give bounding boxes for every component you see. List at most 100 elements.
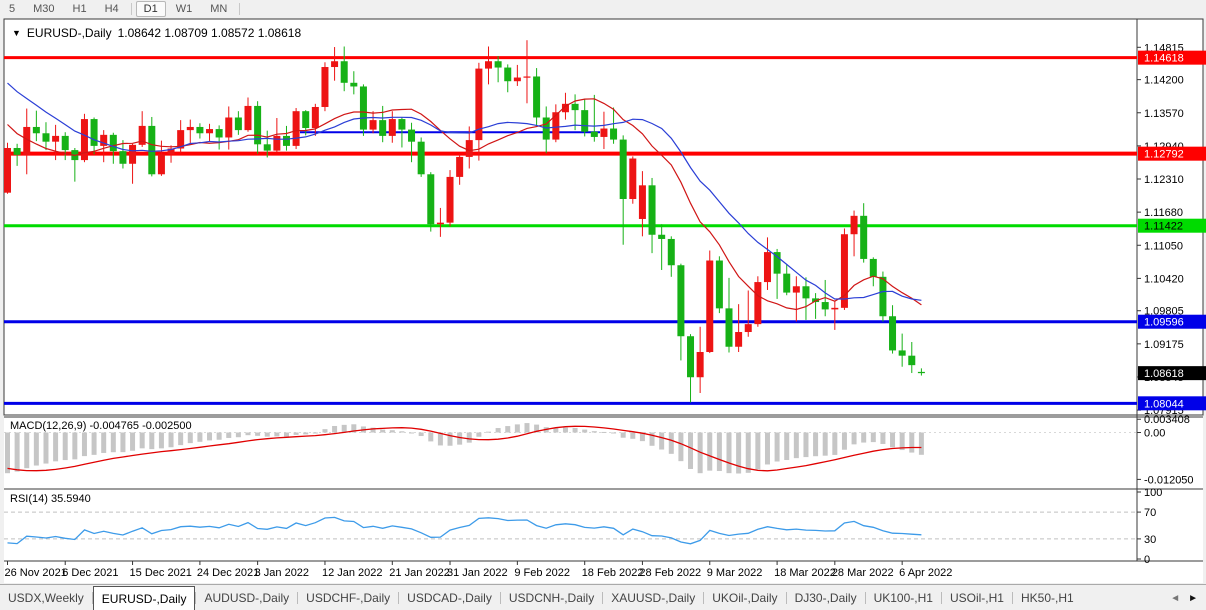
candle — [42, 133, 49, 141]
candle — [610, 129, 617, 140]
candle — [581, 110, 588, 132]
candle — [466, 140, 473, 157]
chart-tab-usoilh1[interactable]: USOil-,H1 — [942, 585, 1012, 610]
chart-tab-xauusddaily[interactable]: XAUUSD-,Daily — [603, 585, 703, 610]
chart-tab-usdcaddaily[interactable]: USDCAD-,Daily — [399, 585, 500, 610]
timeframe-button-H4[interactable]: H4 — [97, 1, 127, 17]
macd-label: MACD(12,26,9) -0.004765 -0.002500 — [10, 420, 192, 432]
candle — [552, 112, 559, 139]
candle — [860, 216, 867, 259]
candle — [504, 68, 511, 82]
candle — [216, 129, 223, 137]
rsi-value: 35.5940 — [51, 493, 91, 505]
candle — [427, 174, 434, 224]
candle — [389, 119, 396, 136]
candle — [668, 239, 675, 265]
candle — [735, 332, 742, 347]
candle — [533, 76, 540, 117]
chart-tab-dj30daily[interactable]: DJ30-,Daily — [787, 585, 865, 610]
chart-tab-usdcnhdaily[interactable]: USDCNH-,Daily — [501, 585, 602, 610]
date-axis-label: 9 Mar 2022 — [707, 567, 763, 579]
date-axis-label: 6 Apr 2022 — [899, 567, 952, 579]
candle — [879, 277, 886, 316]
date-axis-label: 28 Feb 2022 — [639, 567, 701, 579]
candle — [764, 252, 771, 282]
macd-axis-tick: -0.012050 — [1144, 474, 1194, 486]
candle — [331, 61, 338, 67]
candle — [447, 177, 454, 223]
chart-tab-audusddaily[interactable]: AUDUSD-,Daily — [196, 585, 297, 610]
timeframe-button-W1[interactable]: W1 — [168, 1, 201, 17]
candle — [321, 67, 328, 107]
candle — [283, 136, 290, 146]
candle — [273, 136, 280, 151]
candle — [379, 120, 386, 136]
candle — [687, 336, 694, 377]
timeframe-button-H1[interactable]: H1 — [65, 1, 95, 17]
timeframe-button-MN[interactable]: MN — [202, 1, 235, 17]
candle — [148, 126, 155, 174]
candle — [485, 61, 492, 68]
candle — [129, 145, 136, 164]
toolbar-separator — [239, 3, 240, 15]
candle — [370, 120, 377, 129]
chart-tab-usdchfdaily[interactable]: USDCHF-,Daily — [298, 585, 398, 610]
candle — [600, 129, 607, 137]
date-axis-label: 12 Jan 2022 — [322, 567, 383, 579]
candle — [870, 259, 877, 277]
candle — [572, 104, 579, 110]
candle — [456, 157, 463, 177]
candle — [726, 308, 733, 346]
date-axis-label: 15 Dec 2021 — [130, 567, 192, 579]
chevron-down-icon[interactable]: ▼ — [12, 29, 21, 38]
candle — [408, 130, 415, 142]
tab-scroll-left-icon[interactable]: ◄ — [1170, 593, 1180, 604]
candle — [514, 78, 521, 82]
candle — [196, 127, 203, 133]
timeframe-button-5[interactable]: 5 — [1, 1, 23, 17]
chart-tab-uk100h1[interactable]: UK100-,H1 — [866, 585, 941, 610]
rsi-name: RSI(14) — [10, 493, 48, 505]
candle — [745, 324, 752, 332]
date-axis-label: 6 Dec 2021 — [62, 567, 118, 579]
candle — [119, 151, 126, 164]
chart-tab-ukoildaily[interactable]: UKOil-,Daily — [704, 585, 785, 610]
candle — [783, 274, 790, 293]
candle — [62, 136, 69, 150]
tab-scroll-right-icon[interactable]: ► — [1188, 593, 1198, 604]
date-axis-label: 3 Jan 2022 — [255, 567, 309, 579]
macd-axis-tick: 0.003408 — [1144, 414, 1190, 426]
candle — [225, 117, 232, 137]
candle — [677, 265, 684, 336]
price-axis[interactable] — [1137, 19, 1203, 415]
candle — [639, 185, 646, 219]
macd-values: -0.004765 -0.002500 — [89, 420, 191, 432]
candle — [437, 223, 444, 225]
timeframe-button-D1[interactable]: D1 — [136, 1, 166, 17]
date-axis-label: 21 Jan 2022 — [389, 567, 450, 579]
rsi-axis-tick: 30 — [1144, 534, 1156, 546]
candle — [620, 140, 627, 199]
chart-tab-eurusddaily[interactable]: EURUSD-,Daily — [93, 586, 196, 610]
candle — [158, 154, 165, 174]
candle — [360, 86, 367, 129]
candle — [889, 316, 896, 350]
candle — [629, 159, 636, 199]
candle — [706, 261, 713, 352]
candle — [793, 286, 800, 292]
candle — [14, 148, 21, 155]
rsi-axis-tick: 70 — [1144, 507, 1156, 519]
chart-title: ▼ EURUSD-,Daily 1.08642 1.08709 1.08572 … — [12, 26, 301, 40]
date-axis-label: 24 Dec 2021 — [197, 567, 259, 579]
candle — [398, 119, 405, 130]
candle — [341, 61, 348, 83]
candle — [822, 302, 829, 309]
candle — [802, 286, 809, 298]
chart-tab-hk50h1[interactable]: HK50-,H1 — [1013, 585, 1082, 610]
candle — [33, 127, 40, 133]
timeframe-button-M30[interactable]: M30 — [25, 1, 62, 17]
rsi-axis-tick: 0 — [1144, 554, 1150, 566]
date-axis-label: 18 Feb 2022 — [582, 567, 644, 579]
rsi-axis-tick: 100 — [1144, 487, 1162, 499]
chart-tab-usdxweekly[interactable]: USDX,Weekly — [0, 585, 92, 610]
